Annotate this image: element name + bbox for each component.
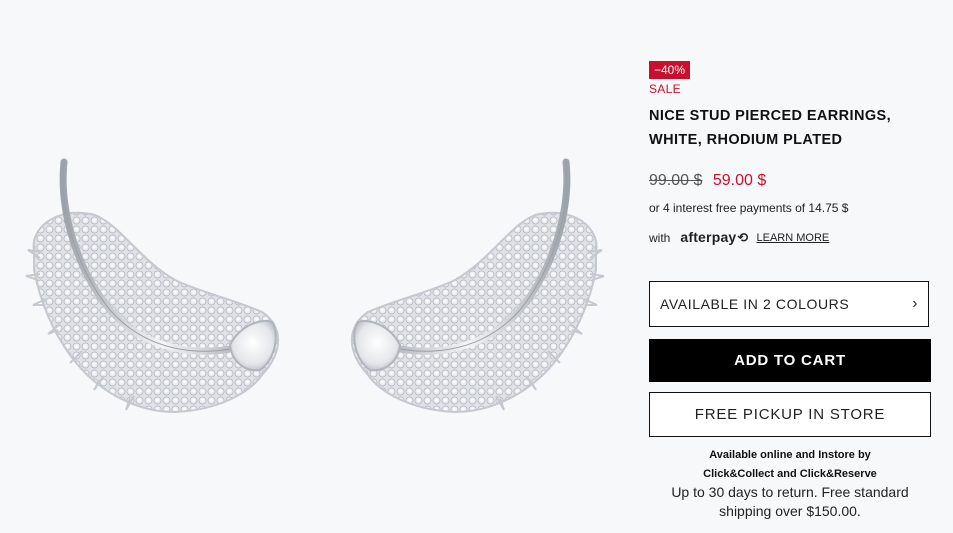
learn-more-link[interactable]: LEARN MORE — [757, 232, 830, 244]
returns-line-1: Up to 30 days to return. Free standard — [671, 484, 909, 500]
returns-line-2: shipping over $150.00. — [719, 503, 861, 519]
afterpay-logo-icon: ⟲ — [737, 230, 749, 245]
original-price: 99.00 $ — [649, 172, 703, 189]
afterpay-prefix: with — [649, 230, 671, 245]
product-image — [0, 0, 620, 533]
chevron-right-icon: › — [912, 295, 918, 312]
sale-price: 59.00 $ — [712, 172, 767, 189]
availability-info: Available online and Instore by Click&Co… — [649, 446, 931, 484]
right-earring — [350, 158, 605, 414]
add-to-cart-button[interactable]: ADD TO CART — [649, 339, 931, 382]
colours-selector[interactable]: AVAILABLE IN 2 COLOURS › — [649, 281, 929, 327]
free-pickup-button[interactable]: FREE PICKUP IN STORE — [649, 392, 931, 437]
afterpay-brand: afterpay — [680, 229, 737, 245]
installments-text: or 4 interest free payments of 14.75 $ — [649, 201, 849, 215]
left-earring — [25, 158, 280, 414]
product-title: NICE STUD PIERCED EARRINGS, WHITE, RHODI… — [649, 108, 892, 148]
afterpay-logo: afterpay⟲ — [680, 229, 748, 246]
availability-line-2: Click&Collect and Click&Reserve — [703, 468, 877, 480]
discount-badge: −40% — [649, 61, 691, 79]
afterpay-row: with afterpay⟲ LEARN MORE — [649, 229, 829, 246]
returns-info: Up to 30 days to return. Free standard s… — [649, 483, 931, 521]
earrings-image — [25, 158, 605, 414]
sale-label: SALE — [649, 82, 681, 96]
price-row: 99.00 $ 59.00 $ — [649, 172, 766, 190]
availability-line-1: Available online and Instore by — [709, 449, 871, 461]
colours-label: AVAILABLE IN 2 COLOURS — [660, 296, 850, 312]
